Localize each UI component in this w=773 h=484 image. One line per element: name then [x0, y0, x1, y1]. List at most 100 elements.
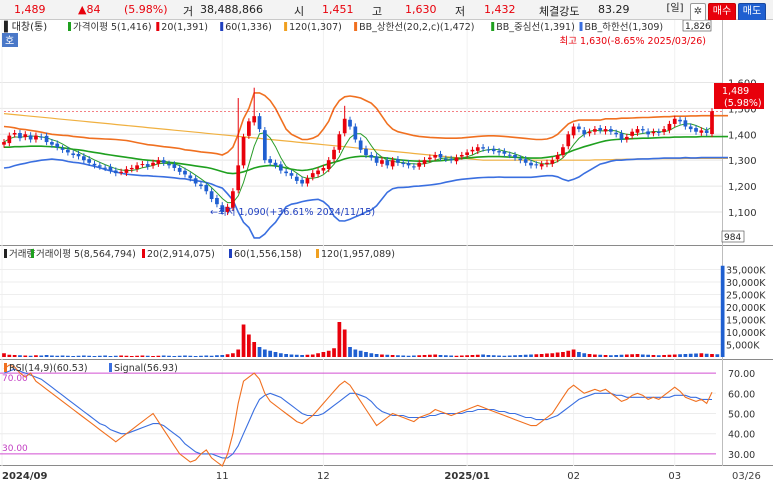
volume-bar	[561, 352, 565, 357]
candle-body	[23, 134, 28, 138]
candle-body	[231, 191, 235, 208]
buy-button[interactable]: 매수	[708, 3, 736, 21]
volume-bar	[475, 354, 480, 357]
candle-body	[129, 167, 134, 170]
volume-legend-item: 20(2,914,075)	[147, 249, 215, 260]
candle-body	[332, 149, 336, 160]
candle-body	[209, 191, 214, 200]
volume-bar	[236, 349, 241, 357]
volume-bar	[268, 350, 273, 357]
candle-body	[667, 123, 672, 131]
volume-bar	[225, 354, 230, 357]
candle-body	[475, 147, 480, 151]
volume-bar	[60, 355, 65, 357]
candle-body	[358, 140, 363, 150]
volume-bar	[18, 355, 22, 357]
candle-body	[598, 128, 603, 131]
volume-bar	[396, 355, 400, 357]
strength-value: 83.29	[598, 3, 630, 16]
price-change: ▲84	[78, 3, 101, 16]
price-tick-label: 1,300	[728, 156, 757, 167]
stock-chart[interactable]: 1,1001,2001,3001,4001,5001,600 35,000K30…	[0, 20, 773, 484]
open-label: 시	[294, 5, 305, 18]
period-button[interactable]: [일]	[664, 1, 686, 17]
volume-tick-label: 15,000K	[726, 316, 766, 327]
volume-bar	[7, 354, 12, 357]
volume-bar	[678, 354, 682, 357]
candle-body	[396, 159, 400, 163]
volume-bar	[342, 329, 347, 357]
volume-bar	[694, 353, 698, 357]
volume-bar	[710, 354, 714, 357]
sell-button[interactable]: 매도	[738, 3, 766, 21]
volume-bar	[103, 355, 108, 357]
volume-bar	[539, 354, 544, 357]
volume-bar	[683, 354, 688, 357]
candle-body	[507, 154, 512, 156]
candle-body	[486, 149, 491, 151]
candle-body	[87, 159, 92, 163]
volume-bar	[672, 354, 677, 357]
candle-body	[161, 160, 166, 163]
candle-body	[412, 166, 416, 168]
volume-tick-label: 35,000K	[726, 266, 766, 277]
candle-body	[348, 119, 352, 127]
price-tick-label: 1,100	[728, 208, 757, 219]
volume-bar	[215, 355, 219, 357]
rsi-tick-label: 30.00	[728, 450, 755, 461]
volume-bar	[55, 355, 60, 357]
candle-body	[300, 179, 304, 184]
candle-body	[135, 165, 139, 169]
candle-body	[156, 160, 161, 164]
x-end-label: 03/26	[732, 471, 761, 482]
volume-bar	[66, 355, 70, 357]
candle-body	[539, 164, 544, 167]
candle-body	[454, 157, 459, 162]
volume-bar	[646, 354, 650, 357]
volume-bar	[273, 352, 278, 357]
candle-body	[44, 135, 49, 143]
candle-body	[294, 176, 299, 181]
quote-tag[interactable]: 호	[5, 35, 14, 47]
volume-bar	[204, 355, 209, 357]
volume-bar	[289, 354, 294, 357]
candle-body	[113, 170, 118, 174]
volume-bar	[523, 354, 528, 357]
volume-bar	[199, 355, 203, 357]
candle-body	[305, 178, 310, 184]
rsi-legend-item: RSI(14,9)(60.53)	[9, 363, 88, 374]
volume-bar	[300, 355, 304, 357]
volume-bar	[50, 355, 54, 357]
candle-body	[215, 197, 219, 205]
candle-body	[183, 170, 187, 175]
candle-body	[12, 133, 17, 135]
volume-bar	[34, 355, 38, 357]
candle-body	[619, 133, 624, 140]
candle-body	[268, 159, 273, 163]
candle-body	[257, 116, 262, 130]
volume-bar	[316, 353, 320, 357]
volume-bar	[555, 352, 560, 357]
candle-body	[103, 167, 108, 169]
candle-body	[172, 164, 177, 168]
volume-bar	[220, 355, 225, 357]
candle-body	[55, 143, 60, 148]
volume-bar	[188, 355, 193, 357]
candle-body	[108, 166, 113, 171]
max-annotation: 최고 1,630(-8.65% 2025/03/26)	[560, 36, 707, 47]
candle-body	[550, 160, 555, 164]
volume-bar	[449, 355, 454, 357]
candle-body	[523, 159, 528, 163]
price-legend-item: 20(1,391)	[161, 22, 208, 33]
volume-bar	[486, 355, 491, 357]
candle-body	[603, 129, 608, 132]
volume-bar	[566, 350, 571, 357]
volume-bar	[656, 355, 661, 357]
candle-body	[710, 111, 714, 135]
volume-bar	[23, 355, 28, 357]
volume-bar	[337, 322, 342, 357]
volume-bar	[640, 354, 645, 357]
rsi-tick-label: 50.00	[728, 410, 755, 421]
candle-body	[60, 148, 65, 150]
settings-icon[interactable]: ✲	[690, 3, 706, 21]
